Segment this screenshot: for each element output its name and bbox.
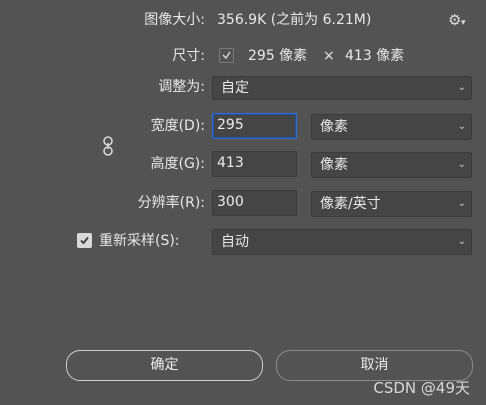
height-unit-select[interactable]: 像素 ⌄ [311,152,472,178]
watermark-text: CSDN @49天 [373,379,470,397]
resolution-unit-value: 像素/英寸 [320,196,381,212]
resample-method-select[interactable]: 自动 ⌄ [212,229,472,255]
fit-to-label: 调整为: [158,79,205,95]
dimensions-toggle[interactable] [219,48,234,63]
fit-to-value: 自定 [221,80,249,96]
fit-to-select[interactable]: 自定 ⌄ [212,76,472,100]
height-unit-value: 像素 [320,157,348,173]
gear-icon: ⚙ [448,11,462,29]
dimensions-label: 尺寸: [172,48,205,64]
resolution-unit-select[interactable]: 像素/英寸 ⌄ [311,191,472,217]
ok-button[interactable]: 确定 [66,350,263,381]
width-input[interactable]: 295 [212,113,297,139]
resolution-input[interactable]: 300 [212,190,297,216]
resample-method-value: 自动 [221,234,249,250]
resample-label: 重新采样(S): [99,233,180,249]
image-size-label: 图像大小: [144,12,205,28]
chevron-down-icon: ⌄ [457,82,466,93]
chevron-down-icon: ⌄ [457,198,466,209]
width-unit-select[interactable]: 像素 ⌄ [311,114,472,140]
chevron-down-icon: ⌄ [457,121,466,132]
chevron-down-icon: ⌄ [457,159,466,170]
chevron-check-icon [222,51,231,60]
resample-checkbox[interactable] [77,233,92,248]
width-unit-value: 像素 [320,119,348,135]
settings-gear-button[interactable]: ⚙ ▾ [448,11,472,29]
chevron-down-icon: ⌄ [457,236,466,247]
height-input[interactable]: 413 [212,151,297,177]
dimensions-height-value: 413 像素 [345,48,405,64]
cancel-button[interactable]: 取消 [276,350,473,381]
dimensions-width-value: 295 像素 [248,48,308,64]
resolution-label: 分辨率(R): [137,195,205,211]
width-label: 宽度(D): [150,118,205,134]
chevron-down-icon: ▾ [461,18,466,28]
dimensions-times-symbol: × [323,48,335,64]
checkmark-icon [80,236,89,245]
height-label: 高度(G): [150,156,206,172]
image-size-value: 356.9K (之前为 6.21M) [217,12,372,28]
